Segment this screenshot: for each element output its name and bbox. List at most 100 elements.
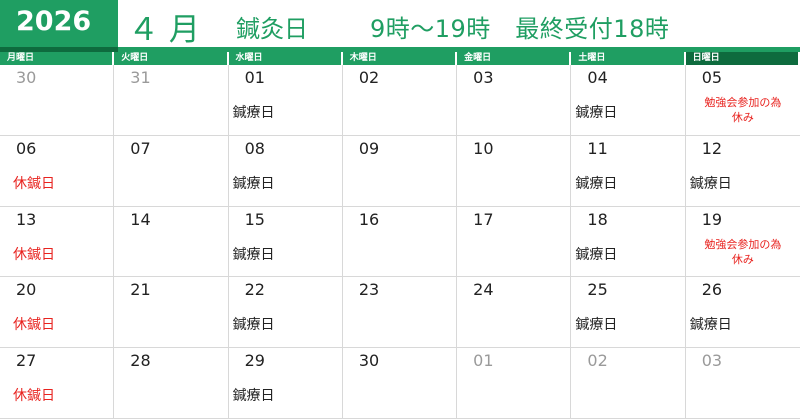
- day-number: 02: [358, 68, 380, 87]
- calendar-day-cell[interactable]: 06 休鍼日: [0, 135, 115, 207]
- treatment-day-label: 鍼療日: [689, 317, 732, 334]
- study-leave-label: 勉強会参加の為 休み: [704, 237, 782, 266]
- calendar-day-cell[interactable]: 23: [342, 277, 458, 349]
- year-label: 2026: [16, 6, 92, 37]
- closed-day-label: 休鍼日: [13, 317, 55, 334]
- day-number: 07: [130, 138, 151, 158]
- calendar-day-cell[interactable]: 31: [114, 65, 229, 136]
- month-label: ４ 月: [128, 12, 200, 48]
- day-number: 22: [244, 280, 265, 300]
- day-number: 09: [358, 138, 380, 158]
- treatment-day-label: 鍼療日: [232, 246, 275, 263]
- day-number: 04: [587, 68, 608, 87]
- day-number: 27: [16, 351, 37, 371]
- day-number: 14: [130, 209, 151, 229]
- day-number: 11: [587, 138, 608, 158]
- calendar-day-cell[interactable]: 05 勉強会参加の為 休み: [685, 65, 800, 136]
- calendar-day-cell[interactable]: 08 鍼療日: [228, 135, 343, 207]
- closed-day-label: 休鍼日: [13, 246, 55, 263]
- calendar-day-cell[interactable]: 15 鍼療日: [228, 206, 343, 278]
- day-number: 31: [130, 68, 151, 87]
- calendar-day-cell[interactable]: 24: [457, 277, 572, 349]
- business-hours: 9時～19時 最終受付18時: [370, 15, 670, 43]
- calendar-day-cell[interactable]: 07: [114, 135, 229, 207]
- day-number: 26: [701, 280, 723, 300]
- calendar-day-cell[interactable]: 20 休鍼日: [0, 277, 115, 349]
- day-number: 03: [701, 351, 723, 371]
- calendar-day-cell[interactable]: 11 鍼療日: [571, 135, 686, 207]
- treatment-day-label: 鍼療日: [232, 388, 275, 405]
- day-number: 25: [587, 280, 608, 300]
- calendar-day-cell[interactable]: 16: [342, 206, 458, 278]
- calendar-day-cell[interactable]: 02: [342, 65, 458, 136]
- day-number: 01: [244, 68, 265, 87]
- calendar-day-cell[interactable]: 19 勉強会参加の為 休み: [685, 207, 800, 278]
- day-number: 05: [701, 68, 723, 87]
- day-number: 30: [16, 68, 37, 87]
- weekday-header-row: 月曜日 火曜日 水曜日 木曜日 金曜日 土曜日 日曜日: [0, 52, 800, 65]
- calendar-header: 2026 ４ 月 鍼灸日 9時～19時 最終受付18時: [0, 0, 800, 52]
- calendar-day-cell[interactable]: 03: [685, 348, 800, 419]
- calendar-day-cell[interactable]: 09: [342, 135, 458, 207]
- closed-day-label: 休鍼日: [13, 175, 55, 192]
- weekday-friday: 金曜日: [457, 52, 572, 65]
- treatment-day-label: 鍼療日: [575, 175, 618, 192]
- calendar-day-cell[interactable]: 25 鍼療日: [571, 277, 686, 349]
- day-number: 06: [16, 138, 37, 158]
- treatment-day-label: 鍼療日: [575, 246, 618, 263]
- calendar-day-cell[interactable]: 01: [457, 348, 572, 419]
- calendar-day-cell[interactable]: 17: [457, 206, 572, 278]
- calendar-day-cell[interactable]: 28: [114, 348, 229, 419]
- treatment-day-label: 鍼療日: [232, 175, 275, 192]
- day-number: 15: [244, 209, 265, 229]
- day-number: 02: [587, 351, 608, 371]
- day-number: 24: [473, 280, 494, 300]
- weekday-sunday: 日曜日: [685, 52, 800, 65]
- day-number: 30: [358, 351, 380, 371]
- day-number: 29: [244, 351, 265, 371]
- day-number: 23: [358, 280, 380, 300]
- day-number: 19: [701, 209, 723, 229]
- day-number: 18: [587, 209, 608, 229]
- treatment-day-label: 鍼療日: [689, 175, 732, 192]
- calendar-day-cell[interactable]: 21: [114, 277, 229, 349]
- day-number: 20: [16, 280, 37, 300]
- calendar-day-cell[interactable]: 10: [457, 135, 572, 207]
- calendar-day-cell[interactable]: 30: [0, 65, 115, 136]
- calendar-day-cell[interactable]: 13 休鍼日: [0, 206, 115, 278]
- closed-day-label: 休鍼日: [13, 388, 55, 405]
- calendar-day-cell[interactable]: 02: [571, 348, 686, 419]
- day-number: 28: [130, 351, 151, 371]
- year-badge: 2026: [0, 0, 118, 52]
- weekday-thursday: 木曜日: [342, 52, 458, 65]
- calendar-day-cell[interactable]: 22 鍼療日: [228, 277, 343, 349]
- calendar-day-cell[interactable]: 04 鍼療日: [571, 65, 686, 136]
- day-number: 08: [244, 138, 265, 158]
- calendar-day-cell[interactable]: 12 鍼療日: [685, 136, 800, 207]
- calendar-day-cell[interactable]: 18 鍼療日: [571, 206, 686, 278]
- treatment-day-label: 鍼療日: [232, 105, 275, 121]
- calendar-title: 鍼灸日: [236, 15, 308, 43]
- day-number: 21: [130, 280, 151, 300]
- day-number: 16: [358, 209, 380, 229]
- calendar-day-cell[interactable]: 27 休鍼日: [0, 348, 115, 419]
- day-number: 01: [473, 351, 494, 371]
- day-number: 10: [473, 138, 494, 158]
- calendar-day-cell[interactable]: 29 鍼療日: [228, 348, 343, 419]
- weekday-wednesday: 水曜日: [228, 52, 343, 65]
- day-number: 03: [473, 68, 494, 87]
- calendar-day-cell[interactable]: 01 鍼療日: [228, 65, 343, 136]
- day-number: 12: [701, 138, 723, 158]
- calendar-day-cell[interactable]: 30: [342, 348, 458, 419]
- weekday-tuesday: 火曜日: [114, 52, 229, 65]
- calendar-day-cell[interactable]: 26 鍼療日: [685, 277, 800, 349]
- day-number: 17: [473, 209, 494, 229]
- calendar-day-cell[interactable]: 14: [114, 206, 229, 278]
- calendar-grid: 30 31 01 鍼療日 02 03 04 鍼療日 05 勉強会参加の為 休み 06 休鍼日 07 08 鍼…: [0, 65, 800, 419]
- calendar-day-cell[interactable]: 03: [457, 65, 572, 136]
- treatment-day-label: 鍼療日: [575, 317, 618, 334]
- weekday-monday: 月曜日: [0, 52, 115, 65]
- day-number: 13: [16, 209, 37, 229]
- treatment-day-label: 鍼療日: [232, 317, 275, 334]
- weekday-saturday: 土曜日: [571, 52, 686, 65]
